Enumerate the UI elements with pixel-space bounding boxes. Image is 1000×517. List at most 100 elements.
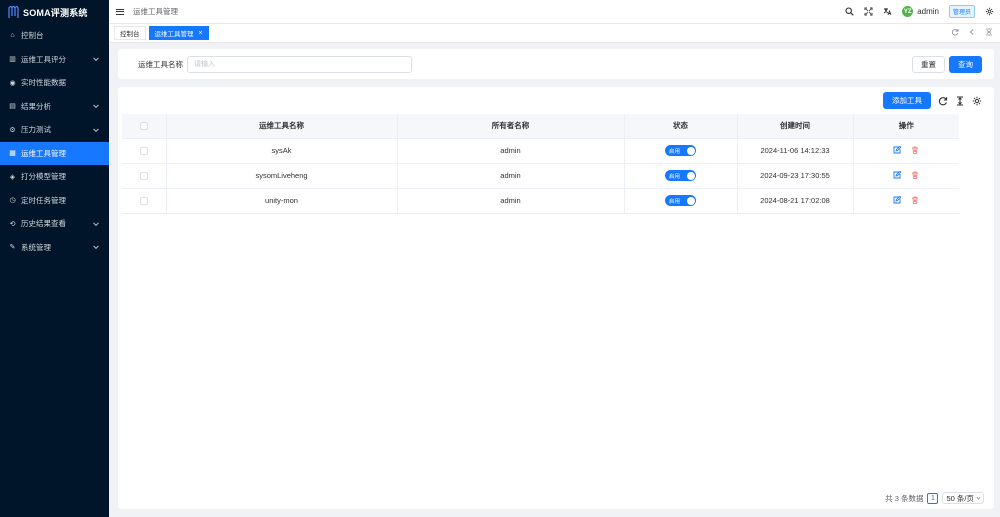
- actions-cell: [853, 188, 959, 214]
- column-header[interactable]: 运维工具名称: [166, 114, 398, 139]
- table-row: sysAk admin 启用 2024-11-06 14:12:33: [122, 138, 959, 164]
- settings-icon: ✎: [9, 244, 16, 252]
- column-height-icon[interactable]: [955, 96, 965, 106]
- column-header[interactable]: 状态: [624, 114, 738, 139]
- table-header-row: 运维工具名称 所有者名称 状态 创建时间 操作: [122, 114, 959, 139]
- tool-icon: ▦: [9, 150, 16, 158]
- sidebar-item[interactable]: ▥ 运维工具评分: [0, 48, 109, 72]
- row-checkbox[interactable]: [139, 147, 148, 155]
- sidebar-item-label: 系统管理: [21, 242, 51, 252]
- page-number[interactable]: 1: [927, 492, 939, 504]
- refresh-icon[interactable]: [938, 96, 948, 106]
- created-time-cell: 2024-11-06 14:12:33: [737, 138, 854, 164]
- fullscreen-icon[interactable]: [864, 7, 873, 16]
- status-toggle[interactable]: 启用: [665, 195, 696, 206]
- sidebar-item[interactable]: ▤ 结果分析: [0, 95, 109, 119]
- sidebar-item[interactable]: ◉ 实时性能数据: [0, 71, 109, 95]
- realtime-icon: ◉: [9, 79, 16, 87]
- delete-icon[interactable]: [911, 171, 919, 179]
- owner-cell: admin: [397, 188, 625, 214]
- search-icon[interactable]: [845, 7, 854, 16]
- delete-icon[interactable]: [911, 146, 919, 154]
- owner-cell: admin: [397, 163, 625, 189]
- sidebar-item[interactable]: ▦ 运维工具管理: [0, 141, 109, 165]
- search-panel: 运维工具名称 重置 查询: [118, 49, 994, 79]
- avatar[interactable]: YZ: [902, 6, 914, 17]
- analysis-icon: ▤: [9, 103, 16, 111]
- history-icon: ⟲: [9, 220, 16, 228]
- status-toggle[interactable]: 启用: [665, 170, 696, 181]
- refresh-icon[interactable]: [951, 28, 959, 38]
- tab-dashboard[interactable]: 控制台: [114, 26, 146, 40]
- sidebar-item[interactable]: ✎ 系统管理: [0, 236, 109, 260]
- tool-name-cell: sysomLiveheng: [166, 163, 398, 189]
- tool-name-cell: sysAk: [166, 138, 398, 164]
- edit-icon[interactable]: [893, 145, 902, 154]
- created-time-cell: 2024-08-21 17:02:08: [737, 188, 854, 214]
- top-header: 运维工具管理 YZ admin 管理员: [109, 0, 1000, 24]
- created-time-cell: 2024-09-23 17:30:55: [737, 163, 854, 189]
- sidebar-item[interactable]: ⟲ 历史结果查看: [0, 212, 109, 236]
- pagination: 共 3 条数据 1 50 条/页: [885, 492, 984, 504]
- status-cell: 启用: [624, 188, 738, 214]
- sidebar-item-label: 压力测试: [21, 125, 51, 135]
- tools-table: 运维工具名称 所有者名称 状态 创建时间 操作 sysAk admin 启用 2024…: [122, 114, 959, 214]
- sidebar-item-label: 运维工具评分: [21, 54, 66, 64]
- sidebar-item-label: 结果分析: [21, 101, 51, 111]
- row-checkbox[interactable]: [139, 172, 148, 180]
- tab-tool-management[interactable]: 运维工具管理 ×: [148, 26, 209, 40]
- chevron-left-icon[interactable]: [968, 28, 976, 38]
- total-count: 共 3 条数据: [885, 493, 924, 503]
- status-text: 启用: [669, 173, 681, 180]
- table-panel: 添加工具 运维工具名称 所有者名称 状态 创建时间 操作 sysAk admin…: [118, 87, 994, 509]
- toggle-knob: [686, 196, 695, 205]
- username[interactable]: admin: [917, 7, 939, 16]
- row-checkbox[interactable]: [139, 197, 148, 205]
- tab-label: 控制台: [120, 31, 140, 38]
- tabs-menu-icon[interactable]: [985, 28, 993, 38]
- translate-icon[interactable]: [883, 7, 892, 16]
- add-tool-button[interactable]: 添加工具: [883, 92, 931, 109]
- page-size-select[interactable]: 50 条/页: [942, 492, 984, 504]
- tool-name-cell: unity-mon: [166, 188, 398, 214]
- chevron-down-icon: [93, 243, 99, 250]
- toggle-knob: [686, 146, 695, 155]
- sidebar-item[interactable]: ◈ 打分模型管理: [0, 165, 109, 189]
- toggle-knob: [686, 171, 695, 180]
- edit-icon[interactable]: [893, 195, 902, 204]
- logo-icon: [8, 5, 19, 18]
- select-all-checkbox[interactable]: [139, 122, 148, 131]
- chevron-down-icon: [976, 494, 981, 500]
- breadcrumb: 运维工具管理: [133, 7, 178, 16]
- search-actions: 重置 查询: [912, 55, 994, 73]
- app-title: SOMA评测系统: [23, 7, 88, 18]
- sidebar-item[interactable]: ⚙ 压力测试: [0, 118, 109, 142]
- sidebar-item[interactable]: ⌂ 控制台: [0, 24, 109, 48]
- row-select-cell: [122, 163, 167, 189]
- sidebar: SOMA评测系统 ⌂ 控制台 ▥ 运维工具评分 ◉ 实时性能数据 ▤ 结果分析 ⚙ 压力测试 ▦ 运维…: [0, 0, 109, 517]
- menu-toggle-icon[interactable]: [116, 8, 124, 16]
- actions-cell: [853, 163, 959, 189]
- logo: SOMA评测系统: [0, 0, 109, 24]
- edit-icon[interactable]: [893, 170, 902, 179]
- gear-icon[interactable]: [985, 7, 994, 16]
- header-actions: YZ admin 管理员: [845, 5, 1000, 18]
- delete-icon[interactable]: [911, 196, 919, 204]
- column-header: 操作: [853, 114, 959, 139]
- sidebar-item[interactable]: ◷ 定时任务管理: [0, 189, 109, 213]
- query-button[interactable]: 查询: [949, 55, 982, 73]
- sidebar-item-label: 运维工具管理: [21, 148, 66, 158]
- reset-button[interactable]: 重置: [912, 55, 945, 73]
- column-header[interactable]: 所有者名称: [397, 114, 625, 139]
- chevron-down-icon: [93, 220, 99, 226]
- tab-label: 运维工具管理: [154, 31, 194, 38]
- chevron-down-icon: [93, 55, 99, 62]
- search-input[interactable]: [187, 55, 412, 73]
- table-toolbar: 添加工具: [883, 92, 982, 109]
- sidebar-menu: ⌂ 控制台 ▥ 运维工具评分 ◉ 实时性能数据 ▤ 结果分析 ⚙ 压力测试 ▦ 运维工具管理 ◈ 打分模型…: [0, 24, 109, 259]
- status-toggle[interactable]: 启用: [665, 145, 696, 156]
- column-header[interactable]: 创建时间: [737, 114, 854, 139]
- close-icon[interactable]: ×: [199, 30, 203, 37]
- column-settings-icon[interactable]: [972, 96, 982, 106]
- sidebar-item-label: 控制台: [21, 31, 44, 41]
